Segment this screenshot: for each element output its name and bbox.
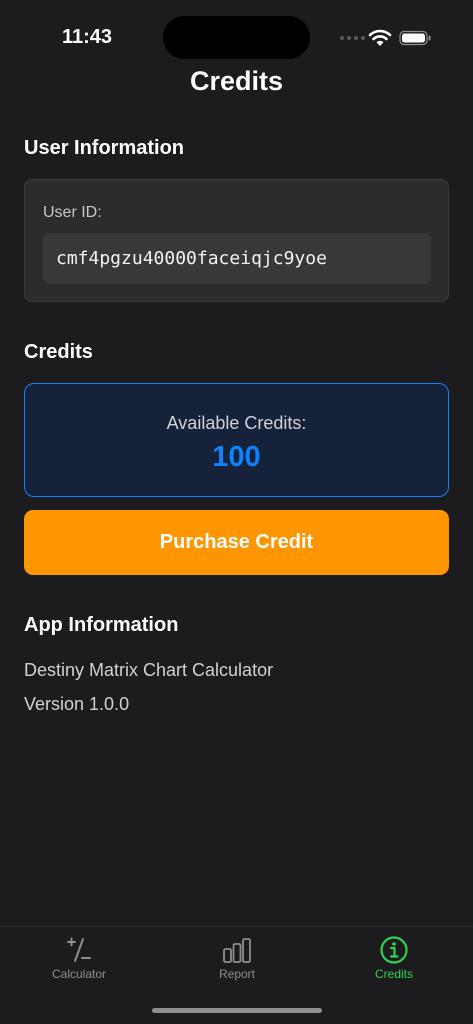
- info-icon: [380, 936, 408, 964]
- battery-icon: [399, 30, 431, 46]
- available-credits-label: Available Credits:: [166, 413, 307, 433]
- user-id-label: User ID:: [43, 204, 102, 221]
- app-version: Version 1.0.0: [24, 694, 130, 714]
- status-bar: 11:43: [0, 0, 473, 70]
- tab-report[interactable]: Report: [158, 927, 316, 987]
- wifi-icon: [368, 29, 392, 46]
- user-information-heading: User Information: [24, 137, 185, 159]
- tab-calculator-label: Calculator: [51, 967, 107, 981]
- user-info-card: User ID: cmf4pgzu40000faceiqjc9yoe: [24, 179, 449, 302]
- credits-heading: Credits: [24, 341, 93, 363]
- app-name: Destiny Matrix Chart Calculator: [24, 660, 274, 680]
- user-id-field[interactable]: cmf4pgzu40000faceiqjc9yoe: [43, 233, 431, 284]
- available-credits-card: Available Credits: 100: [24, 383, 449, 497]
- status-time: 11:43: [62, 26, 113, 48]
- chart-bars-icon: [223, 938, 251, 963]
- calculator-icon: [67, 937, 91, 962]
- purchase-credit-button[interactable]: Purchase Credit: [24, 510, 449, 575]
- app-information-heading: App Information: [24, 614, 179, 636]
- dynamic-island: [163, 16, 310, 59]
- home-indicator[interactable]: [152, 1008, 322, 1013]
- cellular-signal-icon: [340, 36, 365, 40]
- available-credits-value: 100: [212, 441, 261, 473]
- tab-calculator[interactable]: Calculator: [0, 927, 158, 987]
- tab-credits[interactable]: Credits: [315, 927, 473, 987]
- tab-credits-label: Credits: [374, 967, 413, 981]
- user-id-value: cmf4pgzu40000faceiqjc9yoe: [56, 248, 327, 269]
- page-title: Credits: [189, 66, 284, 96]
- tab-report-label: Report: [218, 967, 256, 981]
